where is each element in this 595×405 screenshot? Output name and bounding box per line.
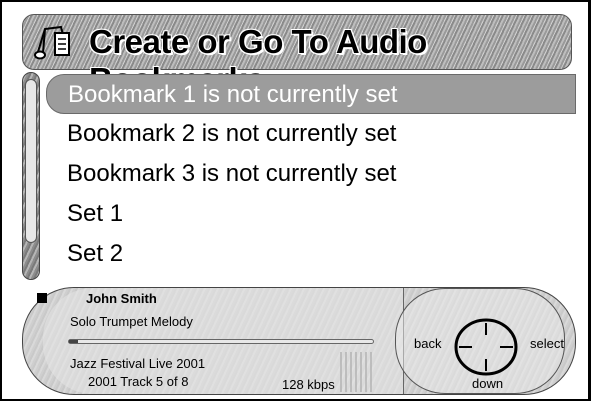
menu-item-set-1[interactable]: Set 1: [46, 194, 576, 234]
album-name: Jazz Festival Live 2001: [70, 356, 206, 371]
progress-fill: [69, 340, 79, 343]
menu-item-set-2[interactable]: Set 2: [46, 234, 576, 274]
menu-item-bookmark-3[interactable]: Bookmark 3 is not currently set: [46, 154, 576, 194]
level-meter: [340, 352, 374, 392]
scrollbar[interactable]: [22, 72, 40, 280]
menu-item-bookmark-1[interactable]: Bookmark 1 is not currently set: [46, 74, 576, 114]
select-label[interactable]: select: [530, 336, 564, 351]
progress-bar: [68, 339, 374, 344]
header-bar: Create or Go To Audio Bookmarks: [22, 14, 572, 98]
track-title: Solo Trumpet Melody: [70, 314, 193, 329]
track-number: 2001 Track 5 of 8: [88, 374, 189, 389]
stop-icon: [37, 293, 47, 303]
artist-name: John Smith: [86, 291, 157, 306]
navigation-dial-icon[interactable]: [453, 317, 519, 377]
menu-item-bookmark-2[interactable]: Bookmark 2 is not currently set: [46, 114, 576, 154]
scrollbar-thumb[interactable]: [25, 79, 37, 243]
down-label[interactable]: down: [472, 376, 503, 391]
music-notes-icon: [34, 25, 70, 60]
bookmark-menu: Bookmark 1 is not currently set Bookmark…: [46, 74, 576, 274]
bitrate: 128 kbps: [282, 377, 335, 392]
back-label[interactable]: back: [414, 336, 441, 351]
